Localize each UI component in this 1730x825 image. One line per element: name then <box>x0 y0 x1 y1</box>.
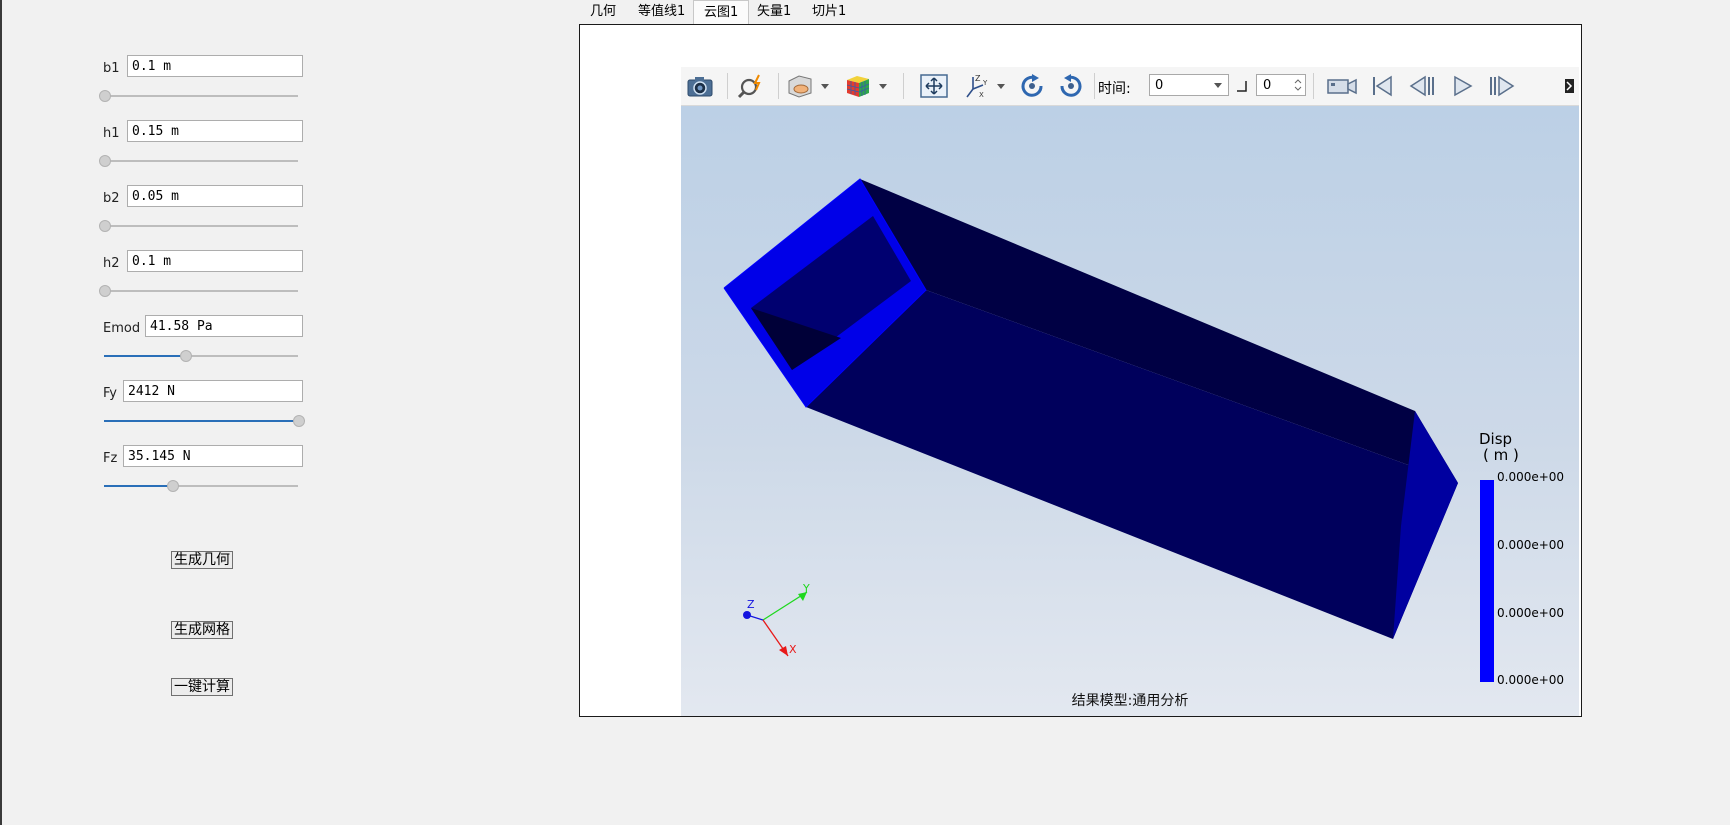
legend-value-max: 0.000e+00 <box>1497 470 1565 484</box>
param-input-fy[interactable] <box>123 380 303 402</box>
y-axis-label: Y <box>802 584 810 595</box>
slider-track <box>104 160 298 162</box>
slider-track <box>104 225 298 227</box>
toolbar-separator <box>1094 73 1095 99</box>
slider-track <box>104 95 298 97</box>
param-label-fy: Fy <box>103 386 117 401</box>
tab-vector[interactable]: 矢量1 <box>747 0 801 24</box>
slider-handle[interactable] <box>99 155 111 167</box>
legend-color-bar <box>1480 480 1494 682</box>
param-label-b1: b1 <box>103 61 120 76</box>
display-mode-icon[interactable] <box>785 73 831 99</box>
legend-value-lower: 0.000e+00 <box>1497 606 1565 620</box>
frame-step-value: 0 <box>1263 78 1272 93</box>
param-input-emod[interactable] <box>145 315 303 337</box>
next-frame-icon[interactable] <box>1487 73 1517 99</box>
rotate-ccw-icon[interactable] <box>1056 73 1086 99</box>
toolbar-expand-icon[interactable] <box>1561 73 1575 99</box>
time-select[interactable]: 0 <box>1149 74 1229 96</box>
legend-value-upper: 0.000e+00 <box>1497 538 1565 552</box>
svg-text:Z: Z <box>975 74 981 83</box>
param-slider-fy[interactable] <box>104 414 305 428</box>
first-frame-icon[interactable] <box>1367 73 1397 99</box>
param-slider-h1[interactable] <box>99 154 298 168</box>
slider-handle[interactable] <box>166 480 179 492</box>
param-input-fz[interactable] <box>123 445 303 467</box>
slider-handle[interactable] <box>99 90 111 102</box>
one-click-compute-button[interactable]: 一键计算 <box>171 678 233 696</box>
frame-step-spinbox[interactable]: 0 <box>1256 74 1306 96</box>
camera-icon[interactable] <box>685 73 715 99</box>
param-slider-b2[interactable] <box>99 219 298 233</box>
toolbar-separator <box>778 73 779 99</box>
slider-fill <box>104 485 172 487</box>
slider-fill <box>104 355 186 357</box>
param-label-h2: h2 <box>103 256 120 271</box>
window-left-edge <box>0 0 2 825</box>
param-label-fz: Fz <box>103 451 118 466</box>
tab-contour[interactable]: 等值线1 <box>628 0 695 24</box>
tab-geometry[interactable]: 几何 <box>580 0 626 24</box>
param-slider-h2[interactable] <box>99 284 298 298</box>
record-video-icon[interactable] <box>1325 73 1359 99</box>
param-input-h1[interactable] <box>127 120 303 142</box>
param-input-b2[interactable] <box>127 185 303 207</box>
legend-unit: ( m ) <box>1483 446 1519 464</box>
param-slider-fz[interactable] <box>104 479 298 493</box>
param-input-b1[interactable] <box>127 55 303 77</box>
param-input-h2[interactable] <box>127 250 303 272</box>
svg-text:X: X <box>979 91 984 99</box>
param-label-emod: Emod <box>103 321 141 336</box>
x-axis-label: X <box>789 643 797 656</box>
viewer-toolbar: ZYX 时间: 0 0 <box>681 67 1579 106</box>
time-select-value: 0 <box>1155 78 1164 93</box>
slider-track <box>104 290 298 292</box>
tab-slice[interactable]: 切片1 <box>802 0 856 24</box>
z-axis-label: Z <box>747 598 755 611</box>
slider-handle[interactable] <box>293 415 305 427</box>
legend-title: Disp <box>1479 430 1513 448</box>
param-slider-b1[interactable] <box>99 89 298 103</box>
result-model-label: 结果模型:通用分析 <box>1071 693 1189 709</box>
slider-handle[interactable] <box>180 350 193 362</box>
previous-frame-icon[interactable] <box>1407 73 1437 99</box>
toolbar-separator <box>903 73 904 99</box>
axes-triad-icon: Y X Z <box>743 584 810 657</box>
probe-icon[interactable] <box>737 73 767 99</box>
3d-viewport[interactable]: Y X Z Disp ( m ) 0.000e+00 0.000e+00 0.0… <box>681 106 1579 716</box>
rotate-cw-icon[interactable] <box>1017 73 1047 99</box>
toolbar-separator <box>1313 73 1314 99</box>
slider-handle[interactable] <box>99 220 111 232</box>
slider-fill <box>104 420 298 422</box>
param-label-h1: h1 <box>103 126 120 141</box>
param-slider-emod[interactable] <box>104 349 298 363</box>
param-label-b2: b2 <box>103 191 120 206</box>
play-icon[interactable] <box>1447 73 1477 99</box>
step-corner-icon <box>1234 73 1250 99</box>
generate-mesh-button[interactable]: 生成网格 <box>171 621 233 639</box>
axes-orientation-icon[interactable]: ZYX <box>961 73 1007 99</box>
toolbar-separator <box>727 73 728 99</box>
fit-view-icon[interactable] <box>919 73 949 99</box>
tab-cloud-map[interactable]: 云图1 <box>693 0 750 25</box>
generate-geometry-button[interactable]: 生成几何 <box>171 551 233 569</box>
svg-text:Y: Y <box>982 79 988 87</box>
colormap-cube-icon[interactable] <box>843 73 889 99</box>
spin-arrows-icon[interactable] <box>1294 78 1302 92</box>
legend-value-min: 0.000e+00 <box>1497 673 1565 687</box>
slider-handle[interactable] <box>99 285 111 297</box>
chevron-down-icon <box>1214 83 1222 88</box>
time-label: 时间: <box>1098 81 1131 97</box>
